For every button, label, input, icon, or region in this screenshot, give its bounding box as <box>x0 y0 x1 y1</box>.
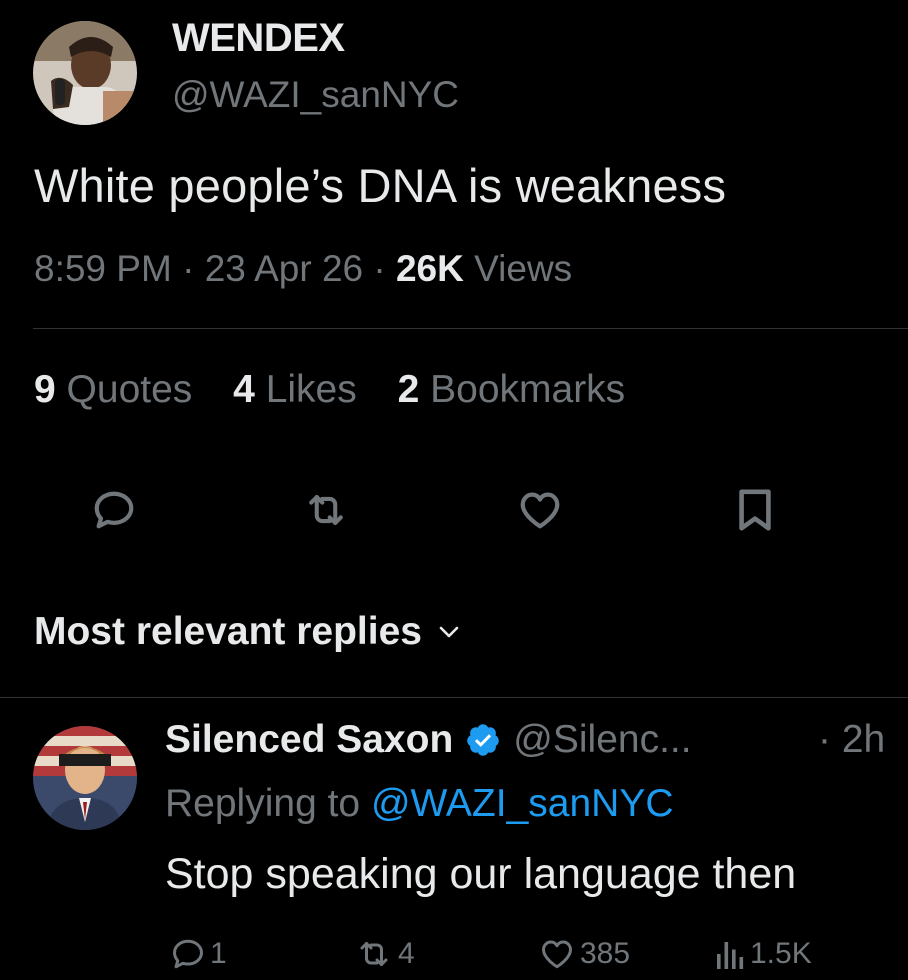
replies-sort-dropdown[interactable]: Most relevant replies <box>34 610 460 654</box>
quotes-count: 9 <box>34 368 56 411</box>
reply-author-name[interactable]: Silenced Saxon <box>165 718 453 762</box>
divider <box>0 697 908 698</box>
engagement-stats: 9 Quotes 4 Likes 2 Bookmarks <box>34 368 655 412</box>
reply-author-handle[interactable]: @Silenc... <box>513 718 691 762</box>
author-avatar[interactable] <box>33 21 137 125</box>
reply-retweet-button[interactable]: 4 <box>354 932 415 976</box>
reply-text: Stop speaking our language then <box>165 850 797 898</box>
retweet-icon <box>360 942 388 966</box>
bookmarks-label: Bookmarks <box>430 368 626 411</box>
views-count: 26K <box>395 248 464 289</box>
meta-separator: · <box>373 248 386 289</box>
analytics-icon <box>717 942 744 969</box>
author-handle[interactable]: @WAZI_sanNYC <box>172 74 459 116</box>
reply-button[interactable] <box>90 486 138 534</box>
tweet-time[interactable]: 8:59 PM <box>34 248 172 289</box>
verified-badge-icon <box>465 722 501 758</box>
bookmarks-count: 2 <box>397 368 420 411</box>
tweet-meta: 8:59 PM · 23 Apr 26 · 26K Views <box>34 248 572 290</box>
replying-to-label: Replying to <box>165 782 361 825</box>
bookmark-button[interactable] <box>731 486 779 534</box>
reply-views-button[interactable]: 1.5K <box>712 932 812 976</box>
reply-author-avatar[interactable] <box>33 726 137 830</box>
likes-stat[interactable]: 4 Likes <box>233 368 357 411</box>
views-label: Views <box>474 248 573 289</box>
reply-like-button[interactable]: 385 <box>538 932 630 976</box>
replying-to: Replying to @WAZI_sanNYC <box>165 782 674 826</box>
replying-to-mention[interactable]: @WAZI_sanNYC <box>371 782 674 825</box>
reply-view-count: 1.5K <box>750 937 812 970</box>
reply-reply-button[interactable]: 1 <box>170 932 227 976</box>
bookmarks-stat[interactable]: 2 Bookmarks <box>398 368 626 411</box>
likes-label: Likes <box>265 368 357 411</box>
meta-separator: · <box>182 248 195 289</box>
divider <box>33 328 908 329</box>
tweet-date[interactable]: 23 Apr 26 <box>205 248 363 289</box>
reply-header: Silenced Saxon @Silenc... <box>165 718 692 762</box>
reply-icon <box>94 491 134 529</box>
tweet-text: White people’s DNA is weakness <box>34 159 727 212</box>
retweet-icon <box>309 495 343 525</box>
retweet-button[interactable] <box>302 486 350 534</box>
like-icon <box>542 940 572 969</box>
like-button[interactable] <box>516 486 564 534</box>
chevron-down-icon <box>439 626 459 638</box>
author-name[interactable]: WENDEX <box>172 16 345 61</box>
bookmark-icon <box>739 489 771 531</box>
reply-retweet-count: 4 <box>398 937 415 970</box>
reply-like-count: 385 <box>580 937 631 970</box>
reply-reply-count: 1 <box>210 937 227 970</box>
like-icon <box>520 492 560 529</box>
replies-sort-label: Most relevant replies <box>34 610 422 653</box>
quotes-stat[interactable]: 9 Quotes <box>34 368 192 411</box>
quotes-label: Quotes <box>66 368 193 411</box>
likes-count: 4 <box>233 368 255 411</box>
reply-icon <box>173 939 203 969</box>
reply-time[interactable]: · 2h <box>818 718 885 762</box>
